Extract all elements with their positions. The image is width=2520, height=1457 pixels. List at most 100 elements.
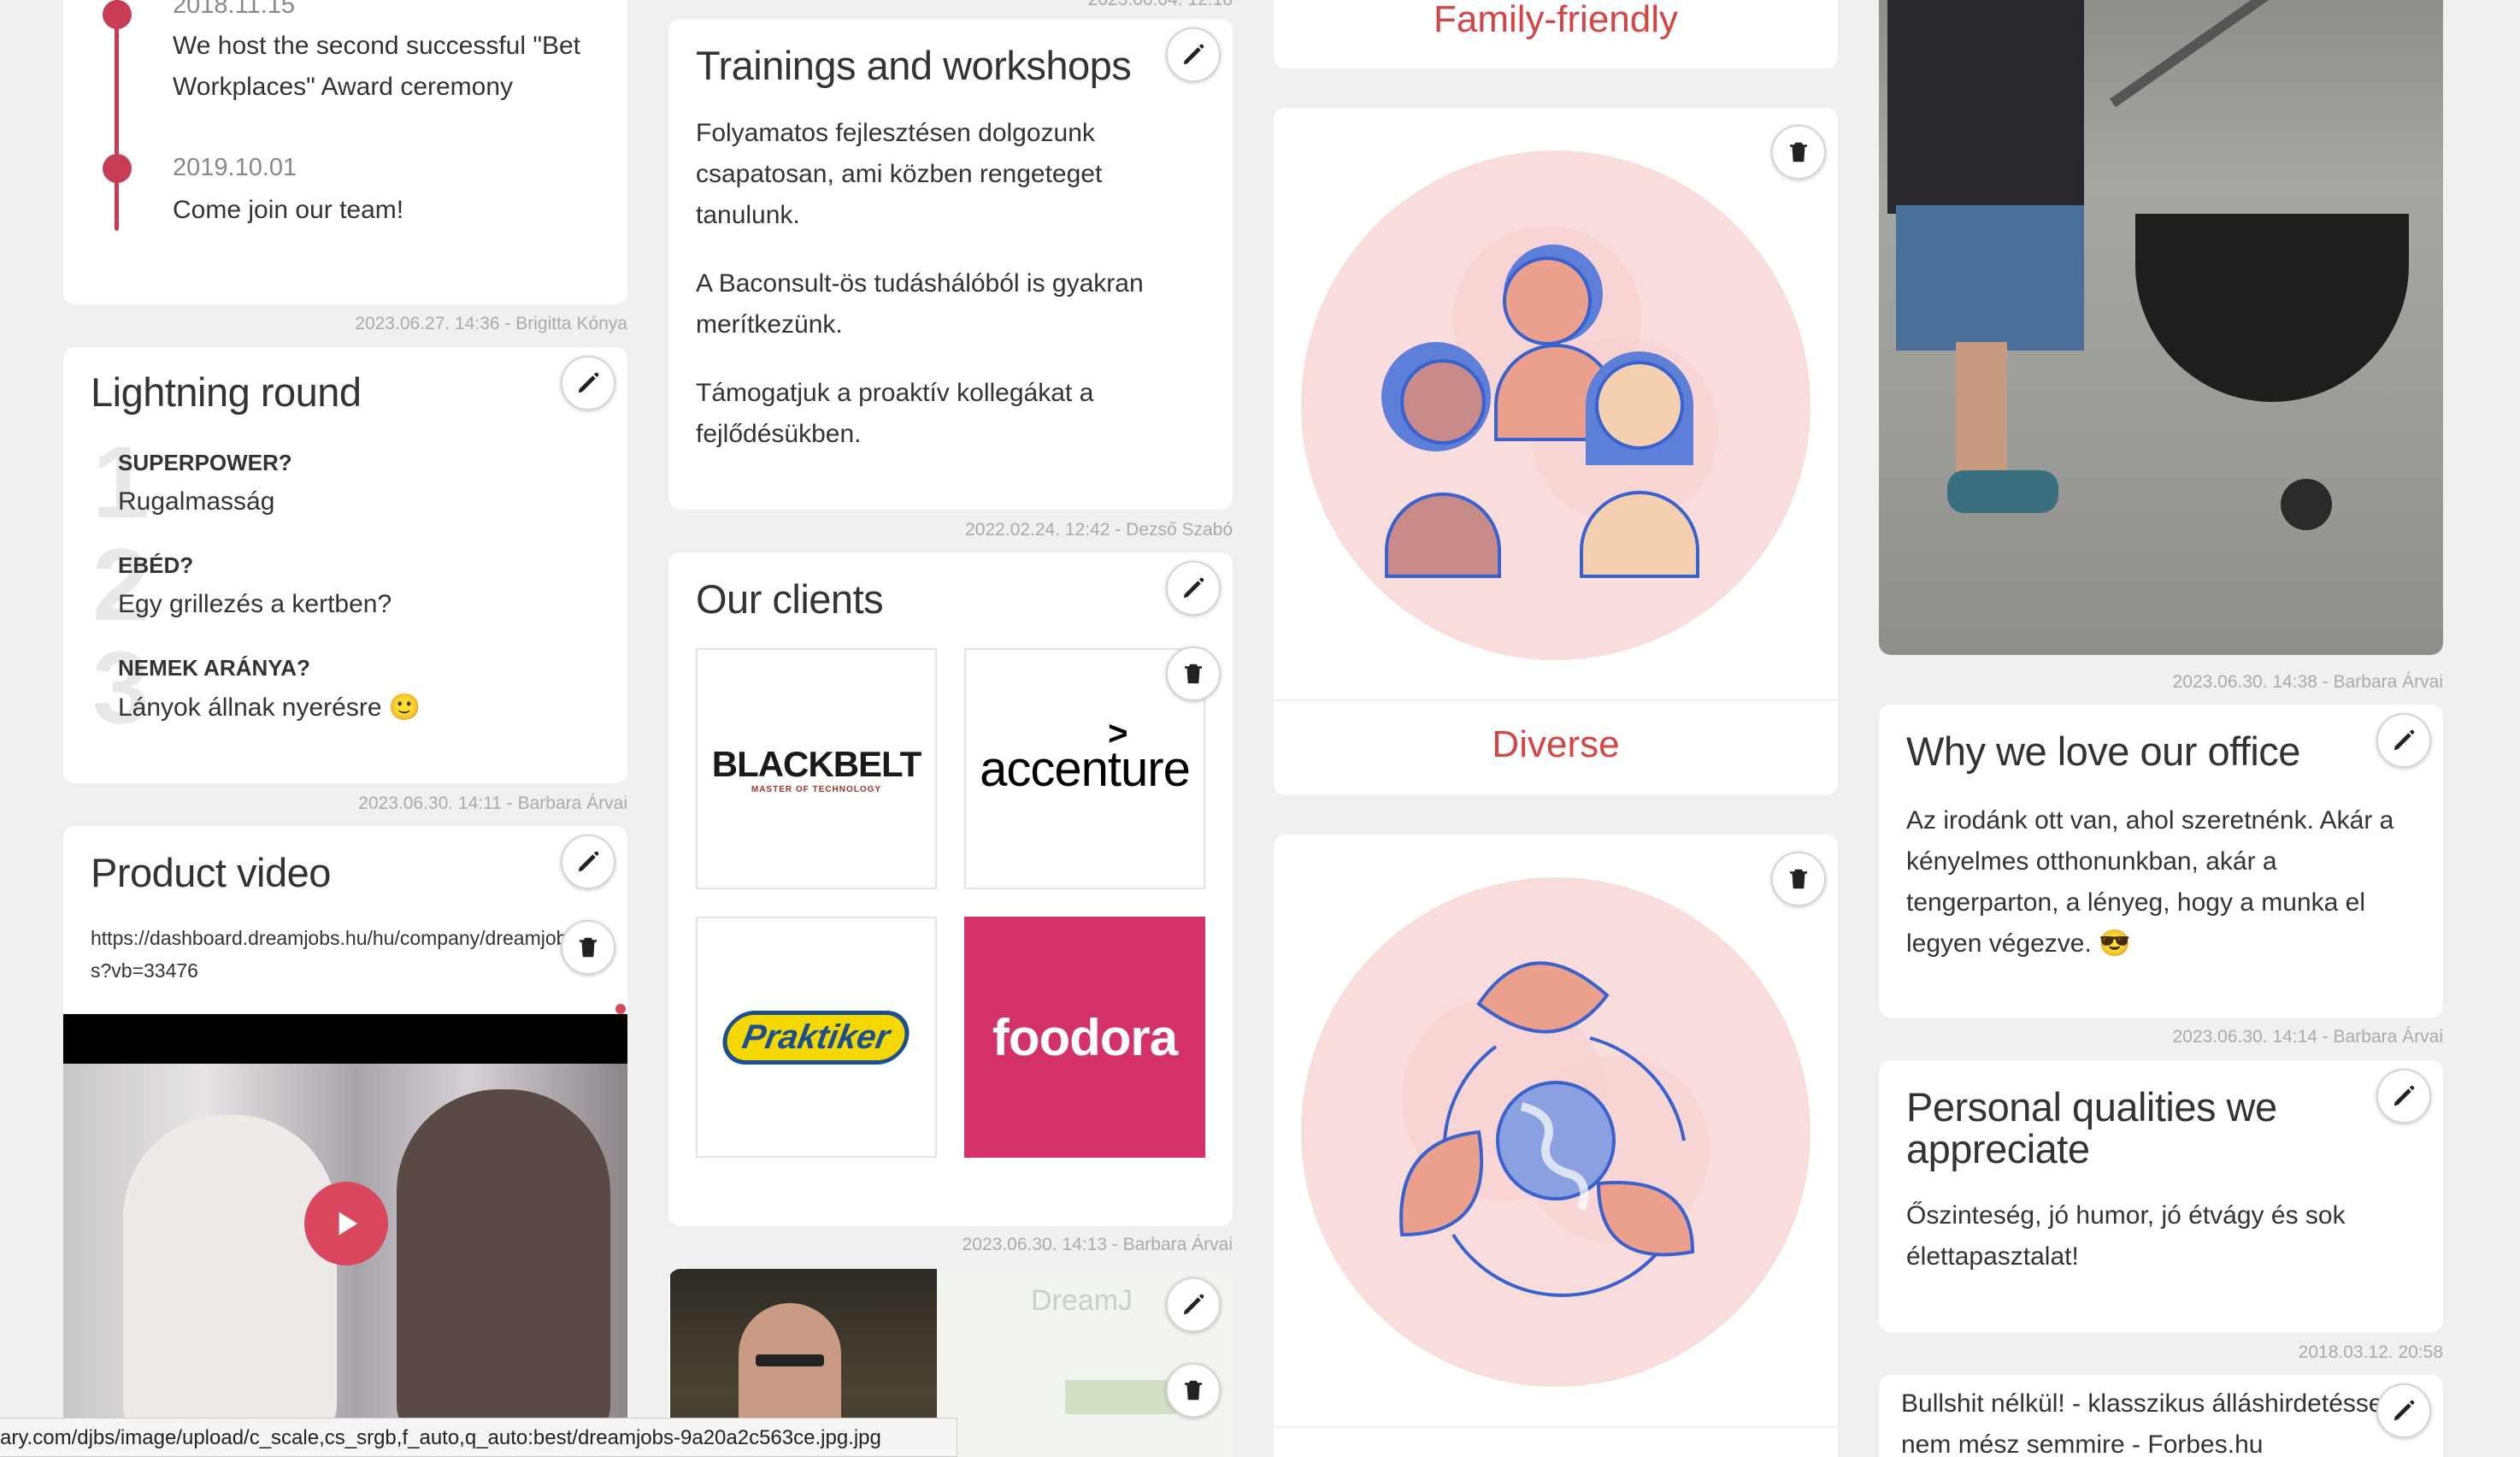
edit-button[interactable]: [1166, 561, 1221, 616]
diverse-card: Diverse: [1274, 108, 1838, 795]
accenture-logo-text: accenture: [980, 740, 1191, 797]
pencil-icon: [2393, 1085, 2415, 1106]
timeline-dot: [103, 0, 132, 29]
timeline-card: 2018.11.15 We host the second successful…: [63, 0, 627, 304]
trash-icon: [1790, 142, 1807, 162]
edit-button[interactable]: [2376, 1069, 2431, 1124]
video-url[interactable]: https://dashboard.dreamjobs.hu/hu/compan…: [91, 922, 569, 987]
quote-card: Bullshit nélkül! - klasszikus álláshirde…: [1879, 1375, 2443, 1457]
edit-button[interactable]: [1166, 27, 1221, 82]
lightning-question: EBÉD?: [118, 552, 194, 578]
blackbelt-logo-text: BLACKBELT: [711, 743, 922, 784]
bbq-person-shoe: [1947, 470, 2058, 513]
foodora-logo-text: foodora: [992, 1008, 1178, 1066]
value-label: Diverse: [1492, 723, 1620, 765]
delete-button[interactable]: [1771, 852, 1826, 906]
trainings-top-meta: 2023.06.04. 12:18: [1088, 0, 1233, 10]
edit-button[interactable]: [1166, 1277, 1221, 1332]
edit-button[interactable]: [2376, 713, 2431, 768]
clients-card: Our clients BLACKBELT MASTER OF TECHNOLO…: [668, 552, 1233, 1226]
bbq-wheel: [2281, 479, 2332, 530]
praktiker-logo: Praktiker: [718, 1010, 915, 1065]
timeline-text: Come join our team!: [173, 196, 404, 224]
pencil-icon: [1183, 1294, 1204, 1315]
card-title: Product video: [91, 850, 331, 895]
status-bar-url: ary.com/djbs/image/upload/c_scale,cs_srg…: [0, 1418, 957, 1457]
divider: [1274, 699, 1838, 701]
pencil-icon: [2393, 1400, 2415, 1421]
bbq-person-shirt: [1887, 0, 2084, 214]
client-logo-blackbelt: BLACKBELT MASTER OF TECHNOLOGY: [696, 648, 937, 889]
delete-button[interactable]: [1771, 125, 1826, 180]
lightning-number: 1: [92, 425, 150, 540]
praktiker-logo-text: Praktiker: [739, 1018, 893, 1056]
trash-icon: [1790, 869, 1807, 889]
card-title: Why we love our office: [1906, 728, 2300, 774]
card-title: Lightning round: [91, 369, 362, 415]
delete-button[interactable]: [561, 920, 615, 975]
edit-button[interactable]: [561, 835, 615, 889]
blackbelt-tagline: MASTER OF TECHNOLOGY: [751, 784, 882, 794]
lightning-number: 2: [92, 528, 150, 642]
bbq-photo-card: [1879, 0, 2443, 655]
lightning-answer: Egy grillezés a kertben?: [118, 590, 392, 618]
trainings-paragraph: Támogatjuk a proaktív kollegákat a fejlő…: [696, 379, 1094, 448]
diverse-illustration: [1301, 150, 1811, 660]
bbq-person-leg: [1956, 342, 2007, 487]
trainings-paragraph: A Baconsult-ös tudáshálóból is gyakran m…: [696, 269, 1144, 339]
pencil-icon: [578, 851, 599, 872]
lightning-question: NEMEK ARÁNYA?: [118, 655, 310, 681]
family-friendly-card: Family-friendly: [1274, 0, 1838, 68]
clients-meta: 2023.06.30. 14:13 - Barbara Árvai: [962, 1235, 1233, 1254]
delete-button[interactable]: [1166, 646, 1221, 701]
trainings-card: Trainings and workshops Folyamatos fejle…: [668, 19, 1233, 510]
red-marker: [615, 1004, 626, 1014]
timeline-date: 2018.11.15: [173, 0, 295, 19]
person-right: [397, 1089, 610, 1440]
pencil-icon: [1183, 44, 1204, 65]
video-player[interactable]: [63, 1014, 627, 1457]
value-label: Family-friendly: [1433, 0, 1679, 40]
trainings-meta: 2022.02.24. 12:42 - Dezső Szabó: [965, 520, 1233, 540]
person-left: [123, 1115, 337, 1440]
edit-button[interactable]: [2376, 1383, 2431, 1438]
lightning-question: SUPERPOWER?: [118, 450, 292, 475]
play-icon: [339, 1212, 358, 1236]
office-card: Why we love our office Az irodánk ott va…: [1879, 705, 2443, 1018]
qualities-text: Őszinteség, jó humor, jó étvágy és sok é…: [1906, 1201, 2346, 1271]
lightning-meta: 2023.06.30. 14:11 - Barbara Árvai: [358, 793, 627, 813]
bbq-tongs: [2110, 0, 2298, 108]
bbq-grill: [2135, 214, 2409, 402]
slide-watermark: DreamJ: [1031, 1284, 1133, 1317]
qualities-meta: 2018.03.12. 20:58: [2298, 1342, 2443, 1362]
product-video-card: Product video https://dashboard.dreamjob…: [63, 826, 627, 1457]
trainings-paragraph: Folyamatos fejlesztésen dolgozunk csapat…: [696, 119, 1103, 229]
pencil-icon: [578, 372, 599, 393]
client-logo-praktiker: Praktiker: [696, 917, 937, 1158]
bbq-photo: [1879, 0, 2443, 655]
lightning-number: 3: [92, 630, 150, 745]
quote-text: Bullshit nélkül! - klasszikus álláshirde…: [1901, 1389, 2389, 1457]
office-meta: 2023.06.30. 14:14 - Barbara Árvai: [2172, 1027, 2443, 1047]
delete-button[interactable]: [1166, 1363, 1221, 1418]
card-title: Our clients: [696, 576, 884, 622]
qualities-card: Personal qualities we appreciate Őszinte…: [1879, 1060, 2443, 1332]
pencil-icon: [1183, 577, 1204, 599]
timeline-dot: [103, 154, 132, 183]
office-text: Az irodánk ott van, ahol szeretnénk. Aká…: [1906, 806, 2394, 958]
bbq-person-shorts: [1896, 205, 2084, 351]
edit-button[interactable]: [561, 356, 615, 410]
client-logo-foodora: foodora: [964, 917, 1205, 1158]
play-button[interactable]: [304, 1182, 388, 1265]
card-title: Personal qualities we appreciate: [1906, 1084, 2277, 1172]
lightning-answer: Rugalmasság: [118, 487, 275, 516]
pencil-icon: [2393, 729, 2415, 751]
lightning-answer: Lányok állnak nyerésre 🙂: [118, 693, 421, 722]
sustainability-illustration: [1301, 877, 1811, 1387]
timeline-date: 2019.10.01: [173, 154, 297, 181]
card-title: Trainings and workshops: [696, 43, 1132, 88]
divider: [1274, 1426, 1838, 1428]
bbq-meta: 2023.06.30. 14:38 - Barbara Árvai: [2172, 672, 2443, 692]
lightning-card: Lightning round 1 SUPERPOWER? Rugalmassá…: [63, 347, 627, 783]
timeline-line: [115, 0, 119, 231]
